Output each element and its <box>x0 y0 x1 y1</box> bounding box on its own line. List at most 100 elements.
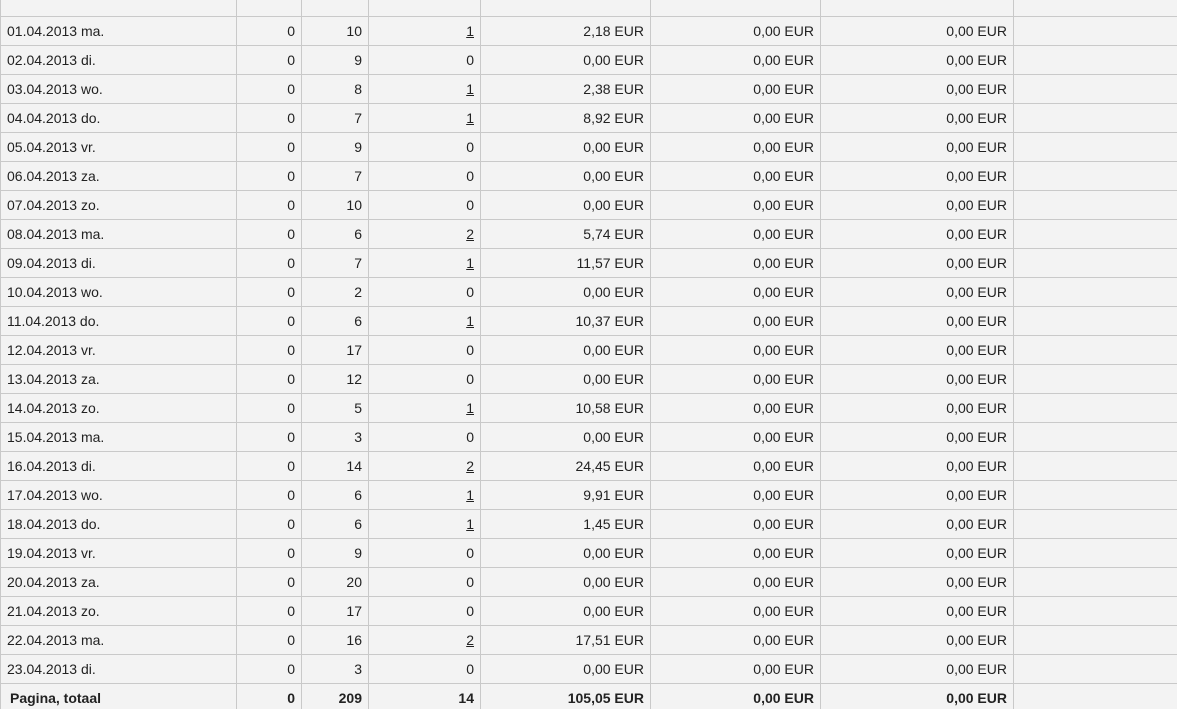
count-cell-1: 0 <box>236 219 302 249</box>
count-cell-1: 0 <box>236 364 302 394</box>
table-row: 14.04.2013 zo. 0 5 1 10,58 EUR 0,00 EUR 0,00 E… <box>0 393 1177 423</box>
table-row: 21.04.2013 zo. 0 17 0 0,00 EUR 0,00 EUR 0,00 E… <box>0 596 1177 626</box>
count-cell-1: 0 <box>236 306 302 336</box>
orders-link[interactable]: 1 <box>466 255 474 271</box>
amount-cell-1: 10,58 EUR <box>480 393 651 423</box>
amount-cell-3: 0,00 EUR <box>820 364 1014 394</box>
empty-cell <box>1013 683 1177 709</box>
table-body: 01.04.2013 ma. 0 10 1 2,18 EUR 0,00 EUR 0,00 E… <box>0 0 1177 709</box>
date-cell: 05.04.2013 vr. <box>0 132 237 162</box>
table-row: 05.04.2013 vr. 0 9 0 0,00 EUR 0,00 EUR 0,00 EU… <box>0 132 1177 162</box>
amount-cell-3: 0,00 EUR <box>820 103 1014 133</box>
amount-cell-1: 0,00 EUR <box>480 596 651 626</box>
date-cell: 08.04.2013 ma. <box>0 219 237 249</box>
amount-cell-2: 0,00 EUR <box>650 16 821 46</box>
table-row: 19.04.2013 vr. 0 9 0 0,00 EUR 0,00 EUR 0,00 EU… <box>0 538 1177 568</box>
count-cell-1: 0 <box>236 16 302 46</box>
orders-cell: 0 <box>368 45 481 75</box>
orders-link[interactable]: 2 <box>466 632 474 648</box>
amount-cell-1: 0,00 EUR <box>480 422 651 452</box>
count-cell-2: 20 <box>301 567 369 597</box>
empty-cell <box>1013 422 1177 452</box>
amount-cell-2: 0,00 EUR <box>650 480 821 510</box>
date-cell: 10.04.2013 wo. <box>0 277 237 307</box>
empty-cell <box>1013 538 1177 568</box>
amount-cell-2: 0,00 EUR <box>650 538 821 568</box>
amount-cell-1: 5,74 EUR <box>480 219 651 249</box>
orders-cell: 1 <box>368 509 481 539</box>
orders-link[interactable]: 2 <box>466 226 474 242</box>
orders-cell: 2 <box>368 451 481 481</box>
count-cell-2: 16 <box>301 625 369 655</box>
empty-cell <box>1013 74 1177 104</box>
amount-cell-2: 0,00 EUR <box>650 364 821 394</box>
amount-cell-3: 0,00 EUR <box>820 277 1014 307</box>
count-cell-1: 0 <box>236 74 302 104</box>
date-cell: 04.04.2013 do. <box>0 103 237 133</box>
amount-cell-2: 0,00 EUR <box>650 161 821 191</box>
date-cell: 11.04.2013 do. <box>0 306 237 336</box>
orders-link[interactable]: 1 <box>466 487 474 503</box>
count-cell-2: 10 <box>301 190 369 220</box>
orders-link[interactable]: 1 <box>466 313 474 329</box>
date-cell: 15.04.2013 ma. <box>0 422 237 452</box>
count-cell-2: 9 <box>301 45 369 75</box>
orders-link[interactable]: 1 <box>466 81 474 97</box>
orders-cell: 0 <box>368 277 481 307</box>
amount-cell-3: 0,00 EUR <box>820 538 1014 568</box>
orders-cell: 0 <box>368 335 481 365</box>
count-cell-1: 0 <box>236 277 302 307</box>
amount-cell-2: 0,00 EUR <box>650 219 821 249</box>
orders-link[interactable]: 1 <box>466 516 474 532</box>
count-cell-2: 17 <box>301 596 369 626</box>
amount-cell-2: 0,00 EUR <box>650 654 821 684</box>
daily-stats-table: 01.04.2013 ma. 0 10 1 2,18 EUR 0,00 EUR 0,00 E… <box>0 0 1177 709</box>
amount-cell-3: 0,00 EUR <box>820 248 1014 278</box>
table-row: 13.04.2013 za. 0 12 0 0,00 EUR 0,00 EUR 0,00 E… <box>0 364 1177 394</box>
header-cell <box>480 0 651 17</box>
count-cell-1: 0 <box>236 422 302 452</box>
amount-cell-1: 0,00 EUR <box>480 567 651 597</box>
amount-cell-2: 0,00 EUR <box>650 567 821 597</box>
count-cell-2: 6 <box>301 306 369 336</box>
date-cell: 09.04.2013 di. <box>0 248 237 278</box>
date-cell: 23.04.2013 di. <box>0 654 237 684</box>
date-cell: 16.04.2013 di. <box>0 451 237 481</box>
count-cell-2: 6 <box>301 219 369 249</box>
header-cell <box>650 0 821 17</box>
amount-cell-3: 0,00 EUR <box>820 335 1014 365</box>
count-cell-1: 0 <box>236 393 302 423</box>
amount-cell-2: 0,00 EUR <box>650 306 821 336</box>
count-cell-2: 7 <box>301 161 369 191</box>
amount-cell-1: 0,00 EUR <box>480 335 651 365</box>
amount-cell-3: 0,00 EUR <box>820 567 1014 597</box>
amount-cell-1: 1,45 EUR <box>480 509 651 539</box>
amount-cell-3: 0,00 EUR <box>820 509 1014 539</box>
table-row: 09.04.2013 di. 0 7 1 11,57 EUR 0,00 EUR 0,00 E… <box>0 248 1177 278</box>
table-row: 18.04.2013 do. 0 6 1 1,45 EUR 0,00 EUR 0,00 EU… <box>0 509 1177 539</box>
amount-cell-3: 0,00 EUR <box>820 480 1014 510</box>
orders-link[interactable]: 2 <box>466 458 474 474</box>
count-cell-2: 3 <box>301 422 369 452</box>
empty-cell <box>1013 277 1177 307</box>
empty-cell <box>1013 248 1177 278</box>
empty-cell <box>1013 335 1177 365</box>
orders-cell: 0 <box>368 422 481 452</box>
empty-cell <box>1013 219 1177 249</box>
date-cell: 12.04.2013 vr. <box>0 335 237 365</box>
stats-table-viewport: 01.04.2013 ma. 0 10 1 2,18 EUR 0,00 EUR 0,00 E… <box>0 0 1177 709</box>
count-cell-1: 0 <box>236 103 302 133</box>
count-cell-2: 12 <box>301 364 369 394</box>
count-cell-1: 0 <box>236 654 302 684</box>
orders-cell: 0 <box>368 596 481 626</box>
orders-cell: 1 <box>368 480 481 510</box>
amount-cell-1: 2,18 EUR <box>480 16 651 46</box>
table-row: 01.04.2013 ma. 0 10 1 2,18 EUR 0,00 EUR 0,00 E… <box>0 16 1177 46</box>
empty-cell <box>1013 393 1177 423</box>
orders-link[interactable]: 1 <box>466 110 474 126</box>
count-cell-1: 0 <box>236 190 302 220</box>
orders-link[interactable]: 1 <box>466 23 474 39</box>
orders-link[interactable]: 1 <box>466 400 474 416</box>
amount-cell-2: 0,00 EUR <box>650 625 821 655</box>
count-cell-2: 7 <box>301 103 369 133</box>
